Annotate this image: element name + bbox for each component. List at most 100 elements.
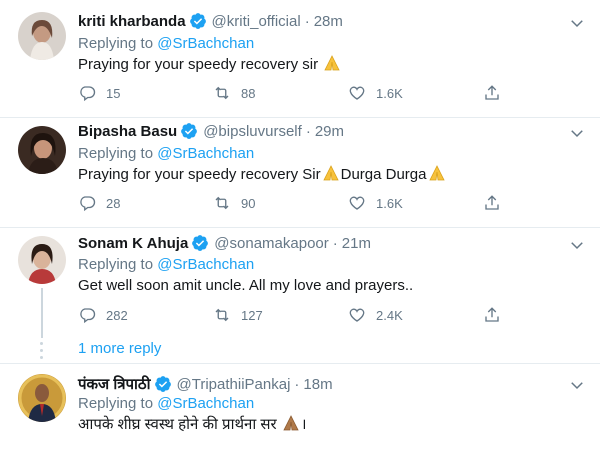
mention-link[interactable]: @SrBachchan [157, 395, 254, 412]
tweet-header: Sonam K Ahuja @sonamakapoor · 21m [78, 234, 371, 252]
verified-badge-icon [181, 123, 198, 139]
timestamp[interactable]: 28m [314, 13, 343, 30]
tweet-actions: 282 127 2.4K [78, 306, 499, 326]
thread-dots [40, 342, 44, 363]
tweet-reply[interactable]: Bipasha Basu @bipsluvurself · 29m Replyi… [0, 118, 600, 228]
like-button[interactable]: 2.4K [348, 306, 403, 324]
heart-icon [349, 86, 365, 100]
timestamp[interactable]: 18m [303, 376, 332, 393]
reply-count: 15 [106, 85, 121, 101]
tweet-actions: 28 90 1.6K [78, 194, 499, 214]
tweet-reply[interactable]: kriti kharbanda @kriti_official · 28m Re… [0, 0, 600, 118]
tweet-header: kriti kharbanda @kriti_official · 28m [78, 12, 343, 30]
chevron-down-icon[interactable] [568, 236, 586, 254]
replying-prefix: Replying to [78, 256, 154, 273]
share-button[interactable] [483, 84, 511, 102]
folded-hands-icon [322, 165, 339, 181]
tweet-text: आपके शीघ्र स्वस्थ होने की प्रार्थना सर । [78, 414, 307, 435]
timestamp[interactable]: 29m [315, 123, 344, 140]
tweet-header: पंकज त्रिपाठी @TripathiiPankaj · 18m [78, 374, 333, 394]
tweet-text-body: आपके शीघ्र स्वस्थ होने की प्रार्थना सर [78, 416, 277, 433]
share-icon [485, 85, 499, 100]
mention-link[interactable]: @SrBachchan [157, 256, 254, 273]
avatar[interactable] [18, 126, 66, 174]
verified-badge-icon [189, 13, 206, 29]
retweet-icon [215, 196, 229, 210]
retweet-icon [215, 308, 229, 322]
author-handle[interactable]: @bipsluvurself [203, 123, 302, 140]
replying-prefix: Replying to [78, 145, 154, 162]
like-count: 1.6K [376, 195, 403, 211]
retweet-count: 88 [241, 85, 256, 101]
share-icon [485, 307, 499, 322]
author-handle[interactable]: @TripathiiPankaj [177, 376, 291, 393]
author-handle[interactable]: @kriti_official [212, 13, 301, 30]
reply-button[interactable]: 28 [78, 194, 120, 212]
mention-link[interactable]: @SrBachchan [157, 145, 254, 162]
avatar[interactable] [18, 236, 66, 284]
thread-line [41, 288, 43, 338]
tweet-actions: 15 88 1.6K [78, 84, 499, 104]
reply-count: 28 [106, 195, 121, 211]
separator: · [332, 234, 338, 252]
reply-count: 282 [106, 307, 128, 323]
like-button[interactable]: 1.6K [348, 194, 403, 212]
author-name[interactable]: पंकज त्रिपाठी [78, 374, 151, 394]
share-button[interactable] [483, 306, 511, 324]
heart-icon [349, 196, 365, 210]
author-handle[interactable]: @sonamakapoor [214, 235, 328, 252]
reply-button[interactable]: 282 [78, 306, 128, 324]
separator: · [304, 12, 310, 30]
avatar[interactable] [18, 12, 66, 60]
verified-badge-icon [192, 235, 209, 251]
retweet-button[interactable]: 90 [213, 194, 255, 212]
author-name[interactable]: kriti kharbanda [78, 13, 186, 30]
folded-hands-icon [324, 55, 340, 71]
like-button[interactable]: 1.6K [348, 84, 403, 102]
share-button[interactable] [483, 194, 511, 212]
reply-icon [80, 86, 96, 102]
retweet-count: 90 [241, 195, 256, 211]
tweet-text: Get well soon amit uncle. All my love an… [78, 276, 413, 296]
avatar[interactable] [18, 374, 66, 422]
tweet-reply[interactable]: पंकज त्रिपाठी @TripathiiPankaj · 18m Rep… [0, 364, 600, 450]
tweet-text-body: Praying for your speedy recovery Sir [78, 166, 321, 183]
author-name[interactable]: Sonam K Ahuja [78, 235, 188, 252]
replying-prefix: Replying to [78, 395, 154, 412]
reply-button[interactable]: 15 [78, 84, 120, 102]
more-replies-link[interactable]: 1 more reply [78, 340, 161, 357]
heart-icon [349, 308, 365, 322]
separator: · [294, 375, 300, 393]
chevron-down-icon[interactable] [568, 14, 586, 32]
replying-to: Replying to @SrBachchan [78, 256, 254, 273]
separator: · [305, 122, 311, 140]
replying-prefix: Replying to [78, 35, 154, 52]
tweet-text: Praying for your speedy recovery sir [78, 54, 342, 75]
retweet-button[interactable]: 88 [213, 84, 255, 102]
replying-to: Replying to @SrBachchan [78, 35, 254, 52]
tweet-text-body: Praying for your speedy recovery sir [78, 56, 319, 73]
folded-hands-icon [428, 165, 445, 181]
replying-to: Replying to @SrBachchan [78, 395, 254, 412]
tweet-header: Bipasha Basu @bipsluvurself · 29m [78, 122, 344, 140]
tweet-text-tail: Durga Durga [340, 166, 427, 183]
chevron-down-icon[interactable] [568, 124, 586, 142]
mention-link[interactable]: @SrBachchan [157, 35, 254, 52]
replying-to: Replying to @SrBachchan [78, 145, 254, 162]
tweet-reply[interactable]: Sonam K Ahuja @sonamakapoor · 21m Replyi… [0, 228, 600, 364]
timestamp[interactable]: 21m [342, 235, 371, 252]
retweet-count: 127 [241, 307, 263, 323]
reply-icon [80, 308, 96, 324]
tweet-text: Praying for your speedy recovery Sir Durg… [78, 164, 447, 185]
tweet-text-body: Get well soon amit uncle. All my love an… [78, 277, 414, 294]
retweet-button[interactable]: 127 [213, 306, 263, 324]
retweet-icon [215, 86, 229, 100]
verified-badge-icon [154, 376, 171, 392]
tweet-text-tail: । [300, 416, 307, 433]
like-count: 1.6K [376, 85, 403, 101]
reply-icon [80, 196, 96, 212]
chevron-down-icon[interactable] [568, 376, 586, 394]
author-name[interactable]: Bipasha Basu [78, 123, 177, 140]
share-icon [485, 195, 499, 210]
like-count: 2.4K [376, 307, 403, 323]
